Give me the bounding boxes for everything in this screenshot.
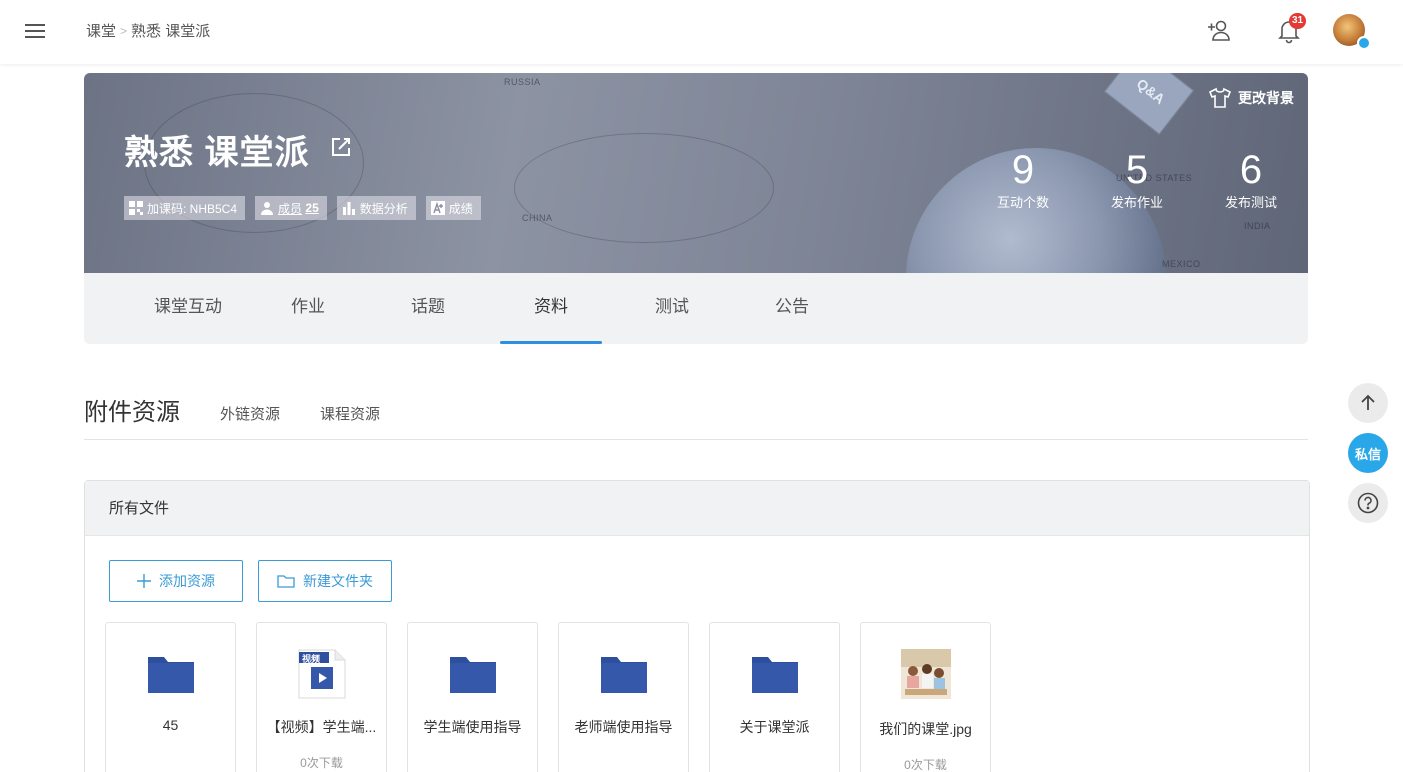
map-label: RUSSIA — [504, 77, 541, 87]
file-card[interactable]: 关于课堂派 — [709, 622, 840, 772]
help-icon — [1357, 492, 1379, 514]
stat-tests[interactable]: 6 发布测试 — [1194, 146, 1308, 211]
join-code-text: 加课码: NHB5C4 — [147, 201, 238, 216]
folder-icon — [148, 657, 194, 693]
add-user-icon[interactable] — [1205, 16, 1233, 44]
avatar[interactable] — [1333, 14, 1371, 50]
add-resource-label: 添加资源 — [159, 573, 215, 589]
map-label: MEXICO — [1162, 259, 1201, 269]
map-label: INDIA — [1244, 221, 1271, 231]
breadcrumb-item-course: 熟悉 课堂派 — [131, 23, 211, 40]
person-icon — [261, 202, 274, 215]
download-count: 0次下载 — [300, 756, 343, 770]
folder-icon — [601, 657, 647, 693]
menu-icon[interactable] — [22, 20, 48, 42]
map-decoration — [514, 133, 774, 243]
stat-homework[interactable]: 5 发布作业 — [1080, 146, 1194, 211]
panel-title: 所有文件 — [85, 481, 1309, 536]
folder-icon — [752, 657, 798, 693]
file-name: 学生端使用指导 — [423, 719, 522, 735]
analytics-chip[interactable]: 数据分析 — [336, 196, 416, 220]
course-chips: 加课码: NHB5C4 成员 25 数据分析 成绩 — [124, 196, 491, 220]
grades-chip[interactable]: 成绩 — [425, 196, 481, 220]
map-label: CHINA — [522, 213, 553, 223]
change-background-label: 更改背景 — [1238, 90, 1294, 106]
course-banner: RUSSIA CHINA UNITED STATES MEXICO INDIA … — [84, 73, 1308, 273]
file-card[interactable]: 视频 【视频】学生端... 0次下载 — [256, 622, 387, 772]
video-tag: 视频 — [302, 654, 321, 664]
verified-icon — [1357, 36, 1371, 50]
tab-tests[interactable]: 测试 — [640, 273, 704, 344]
file-name: 关于课堂派 — [739, 719, 810, 735]
download-count: 0次下载 — [904, 758, 947, 772]
notification-button[interactable]: 31 — [1275, 13, 1307, 44]
file-name: 45 — [162, 717, 179, 733]
qr-code-icon — [129, 201, 143, 215]
external-links-tab[interactable]: 外链资源 — [220, 403, 280, 424]
file-name: 我们的课堂.jpg — [879, 721, 972, 737]
file-name: 【视频】学生端... — [266, 719, 377, 735]
stat-label: 发布作业 — [1110, 195, 1163, 210]
new-folder-button[interactable]: 新建文件夹 — [258, 560, 392, 602]
course-stats: 9 互动个数 5 发布作业 6 发布测试 — [966, 146, 1308, 211]
stat-label: 互动个数 — [996, 195, 1049, 210]
breadcrumb-separator: > — [120, 23, 128, 38]
stat-interactions[interactable]: 9 互动个数 — [966, 146, 1080, 211]
grade-icon — [430, 201, 445, 215]
stat-label: 发布测试 — [1224, 195, 1277, 210]
stat-value: 6 — [1239, 148, 1263, 192]
qa-card-decoration: Q&A — [1104, 73, 1194, 135]
folder-outline-icon — [277, 575, 295, 588]
folder-icon — [450, 657, 496, 693]
resources-header: 附件资源 外链资源 课程资源 — [84, 392, 1308, 440]
members-count: 25 — [305, 201, 319, 215]
new-folder-label: 新建文件夹 — [303, 573, 373, 589]
file-name: 老师端使用指导 — [574, 719, 673, 735]
breadcrumb: 课堂 > 熟悉 课堂派 — [86, 20, 210, 41]
image-thumbnail — [901, 649, 951, 699]
stat-value: 9 — [1011, 148, 1035, 192]
breadcrumb-item-classroom[interactable]: 课堂 — [86, 20, 116, 41]
tab-homework[interactable]: 作业 — [276, 273, 340, 344]
edit-icon[interactable] — [330, 136, 352, 158]
plus-icon — [137, 574, 151, 588]
stat-value: 5 — [1125, 148, 1149, 192]
change-background-button[interactable]: 更改背景 — [1208, 87, 1294, 109]
bar-chart-icon — [342, 202, 355, 215]
tab-materials[interactable]: 资料 — [500, 273, 602, 344]
notification-badge: 31 — [1289, 13, 1307, 29]
files-panel: 所有文件 添加资源 新建文件夹 45 视频 【视频】学生端... 0次下载 学生… — [84, 480, 1310, 772]
tab-topics[interactable]: 话题 — [396, 273, 460, 344]
arrow-up-icon — [1361, 394, 1375, 410]
attachments-tab[interactable]: 附件资源 — [84, 392, 180, 427]
course-resources-tab[interactable]: 课程资源 — [320, 403, 380, 424]
file-card[interactable]: 我们的课堂.jpg 0次下载 — [860, 622, 991, 772]
tab-interaction[interactable]: 课堂互动 — [140, 273, 236, 344]
top-actions: 31 — [1205, 13, 1371, 50]
tshirt-icon — [1208, 87, 1232, 108]
grades-label: 成绩 — [448, 201, 473, 216]
members-label: 成员 — [278, 201, 303, 216]
file-card[interactable]: 45 — [105, 622, 236, 772]
course-title: 熟悉 课堂派 — [124, 134, 310, 172]
analytics-label: 数据分析 — [359, 201, 408, 216]
scroll-top-button[interactable] — [1348, 383, 1388, 423]
course-tabs: 课堂互动 作业 话题 资料 测试 公告 — [84, 273, 1308, 344]
members-chip[interactable]: 成员 25 — [255, 196, 327, 220]
qa-card-text: Q&A — [1133, 75, 1169, 108]
add-resource-button[interactable]: 添加资源 — [109, 560, 243, 602]
tab-announcements[interactable]: 公告 — [760, 273, 824, 344]
file-card[interactable]: 学生端使用指导 — [407, 622, 538, 772]
private-message-button[interactable]: 私信 — [1348, 433, 1388, 473]
file-card[interactable]: 老师端使用指导 — [558, 622, 689, 772]
top-bar: 课堂 > 熟悉 课堂派 31 — [0, 0, 1403, 64]
help-button[interactable] — [1348, 483, 1388, 523]
join-code-chip[interactable]: 加课码: NHB5C4 — [124, 196, 246, 220]
